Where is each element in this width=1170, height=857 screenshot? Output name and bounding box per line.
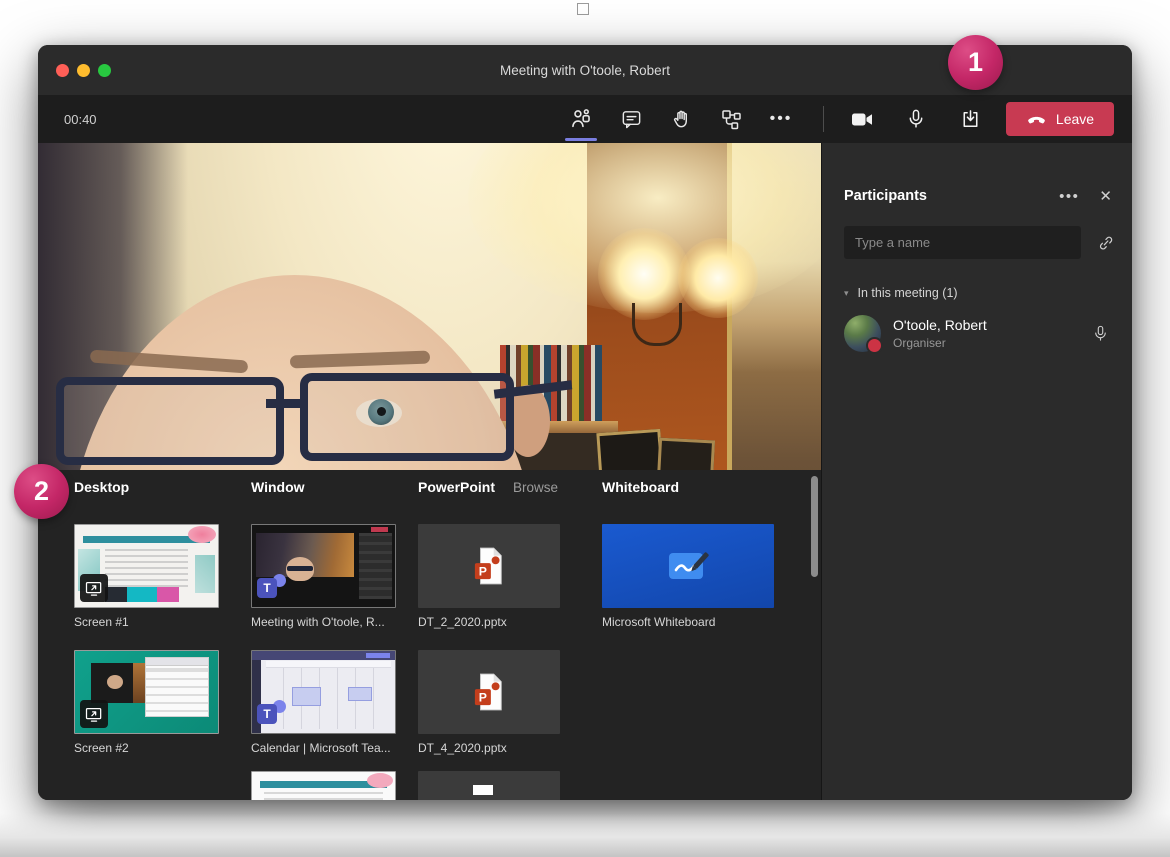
- window-title: Meeting with O'toole, Robert: [500, 63, 670, 78]
- panel-more-icon[interactable]: •••: [1059, 188, 1079, 205]
- screen-share-icon: [80, 700, 108, 728]
- copy-link-icon[interactable]: [1096, 233, 1116, 253]
- participant-search-input[interactable]: [844, 226, 1081, 259]
- svg-text:P: P: [479, 690, 487, 704]
- powerpoint-file-icon: P: [473, 546, 505, 586]
- share-tile-label: Calendar | Microsoft Tea...: [251, 741, 401, 755]
- meeting-timer: 00:40: [64, 112, 97, 127]
- minimize-window-button[interactable]: [77, 64, 90, 77]
- meeting-toolbar: 00:40: [38, 95, 1132, 143]
- share-meeting-window-tile[interactable]: T: [251, 524, 396, 608]
- share-tile-label: Screen #1: [74, 615, 224, 629]
- annotation-step-2-badge: 2: [14, 464, 69, 519]
- share-calendar-window-tile[interactable]: T: [251, 650, 396, 734]
- browse-link[interactable]: Browse: [513, 480, 558, 495]
- leave-button-label: Leave: [1056, 111, 1094, 127]
- section-collapse-icon[interactable]: ▾: [844, 288, 849, 299]
- share-tile-label: Meeting with O'toole, R...: [251, 615, 401, 629]
- participant-row[interactable]: O'toole, Robert Organiser: [844, 315, 1118, 352]
- panel-close-icon[interactable]: ✕: [1099, 187, 1112, 205]
- participant-name: O'toole, Robert: [893, 317, 1091, 333]
- participant-role: Organiser: [893, 336, 1091, 350]
- participants-panel: Participants ••• ✕ ▾ In this meeting (1): [821, 143, 1132, 800]
- traffic-lights: [56, 45, 111, 95]
- hang-up-icon: [1026, 109, 1047, 130]
- window-section-header: Window: [251, 479, 401, 497]
- desktop-section-header: Desktop: [74, 479, 224, 497]
- share-screen-1-tile[interactable]: [74, 524, 219, 608]
- page-bottom-gradient: [0, 813, 1170, 857]
- whiteboard-section-header: Whiteboard: [602, 479, 778, 497]
- leave-button[interactable]: Leave: [1006, 102, 1114, 136]
- teams-logo-icon: T: [257, 700, 287, 729]
- page-marker-square: [577, 3, 589, 15]
- raise-hand-icon[interactable]: [669, 107, 693, 131]
- close-window-button[interactable]: [56, 64, 69, 77]
- screen-share-icon: [80, 574, 108, 602]
- rooms-icon[interactable]: [719, 107, 743, 131]
- svg-text:P: P: [479, 564, 487, 578]
- chat-icon[interactable]: [619, 107, 643, 131]
- tray-scrollbar[interactable]: [811, 476, 818, 577]
- toolbar-divider: [823, 106, 824, 132]
- share-tile-label: DT_4_2020.pptx: [418, 741, 578, 755]
- device-controls: [850, 107, 982, 131]
- share-ppt-2-tile[interactable]: P: [418, 650, 560, 734]
- share-screen-2-tile[interactable]: [74, 650, 219, 734]
- teams-meeting-window: Meeting with O'toole, Robert 00:40: [38, 45, 1132, 800]
- avatar: [844, 315, 881, 352]
- teams-logo-icon: T: [257, 574, 287, 603]
- microphone-icon[interactable]: [904, 107, 928, 131]
- active-tab-underline: [565, 138, 597, 141]
- share-tile-label: DT_2_2020.pptx: [418, 615, 578, 629]
- share-tile-label: Microsoft Whiteboard: [602, 615, 778, 629]
- share-window-tile-partial[interactable]: [251, 771, 396, 800]
- powerpoint-file-icon: P: [473, 672, 505, 712]
- share-whiteboard-tile[interactable]: [602, 524, 774, 608]
- powerpoint-section-header: PowerPoint Browse: [418, 479, 578, 497]
- video-stage: Desktop Screen #1: [38, 143, 821, 800]
- whiteboard-icon: [665, 548, 711, 584]
- meeting-controls: •••: [569, 107, 793, 131]
- participants-icon[interactable]: [569, 107, 593, 131]
- in-meeting-section-label: In this meeting (1): [858, 286, 958, 300]
- share-tray-icon[interactable]: [958, 107, 982, 131]
- share-tray: Desktop Screen #1: [38, 470, 821, 800]
- share-ppt-1-tile[interactable]: P: [418, 524, 560, 608]
- glasses: [56, 373, 576, 459]
- camera-icon[interactable]: [850, 107, 874, 131]
- more-options-icon[interactable]: •••: [769, 107, 793, 131]
- presence-busy-dot: [866, 337, 883, 354]
- share-tile-label: Screen #2: [74, 741, 224, 755]
- share-ppt-3-tile-partial[interactable]: [418, 771, 560, 800]
- annotation-step-1-badge: 1: [948, 35, 1003, 90]
- zoom-window-button[interactable]: [98, 64, 111, 77]
- participant-mic-icon[interactable]: [1091, 324, 1110, 343]
- participants-title: Participants: [844, 188, 1059, 204]
